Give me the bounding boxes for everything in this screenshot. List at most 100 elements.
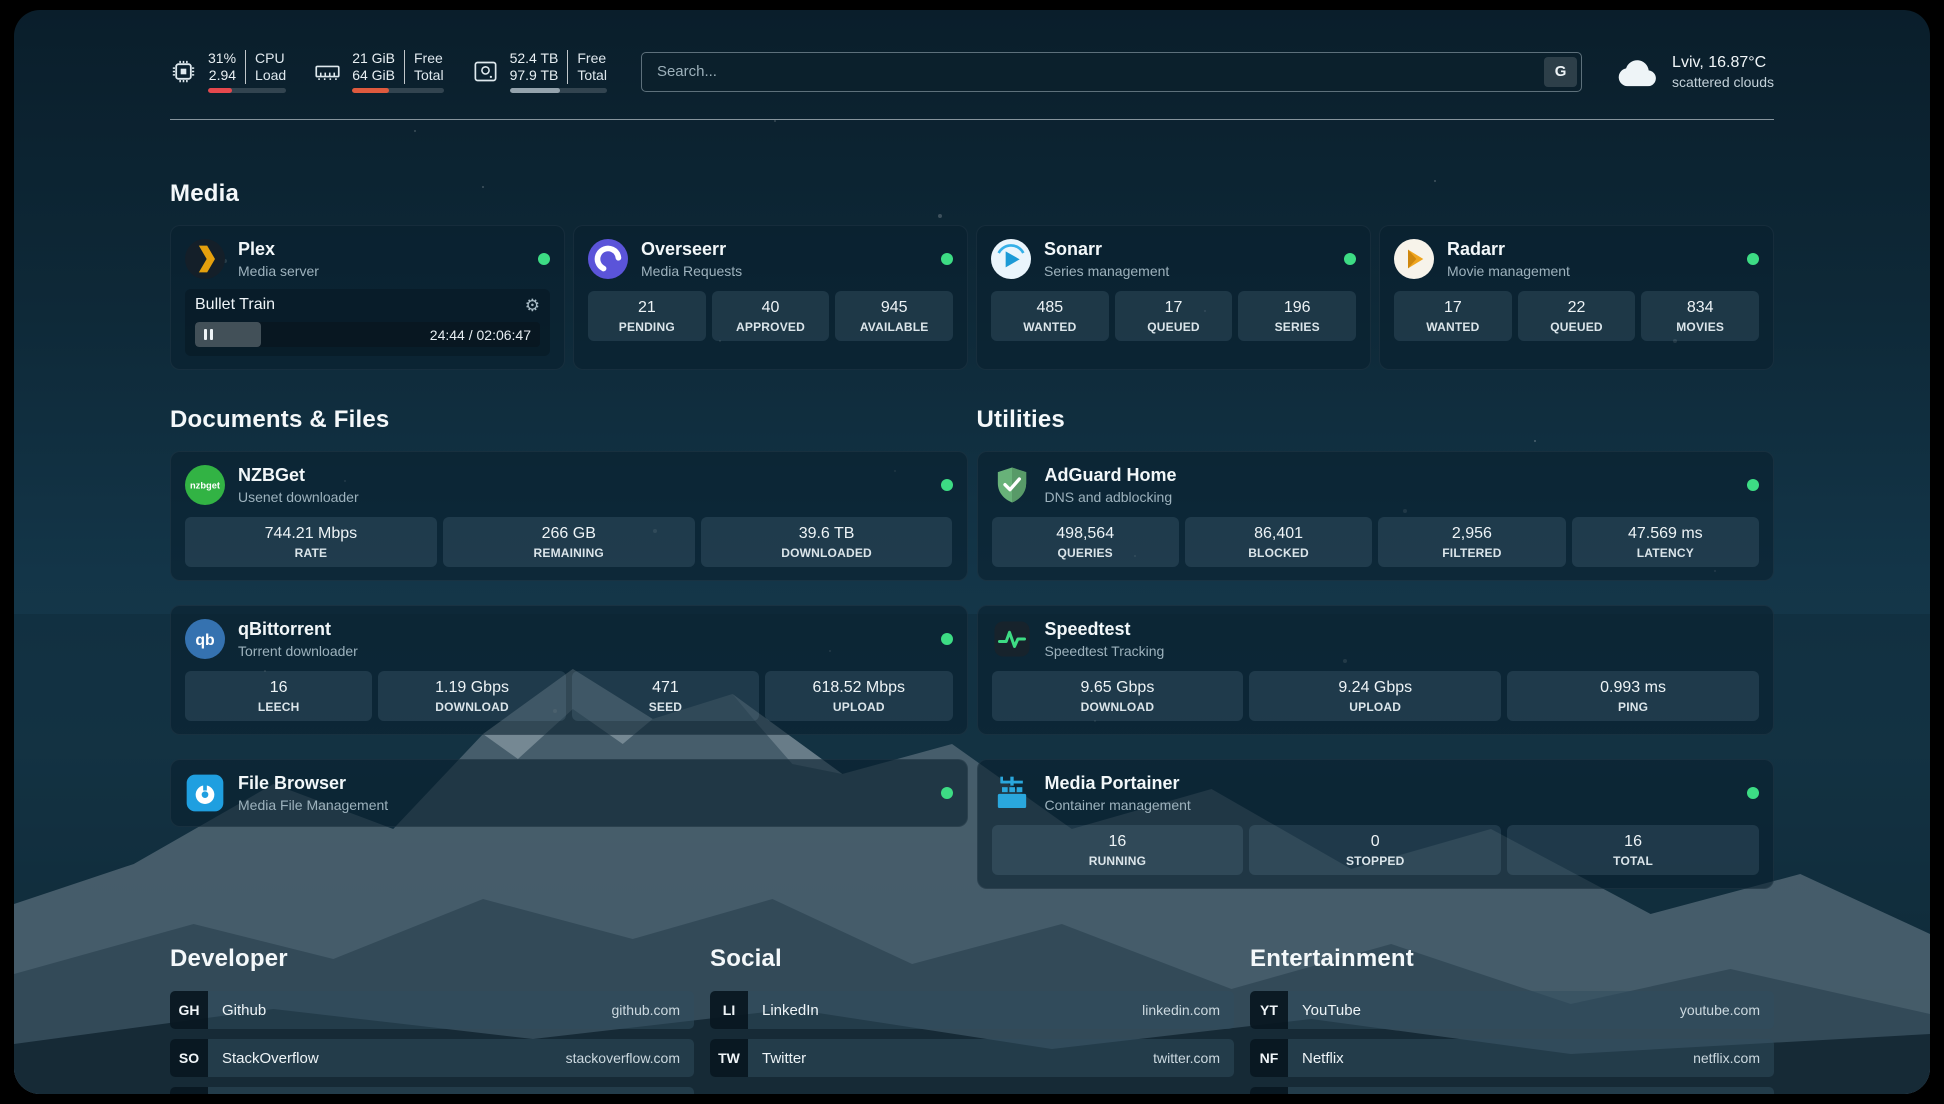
sonarr-icon	[991, 239, 1031, 279]
app-subtitle: Media Requests	[641, 263, 742, 279]
stat-value: 2,956	[1382, 525, 1561, 543]
disk-widget: 52.4 TB 97.9 TB Free Total	[472, 50, 607, 93]
status-online-dot	[1344, 253, 1356, 265]
stat-value: 16	[189, 679, 368, 697]
system-metrics: 31% 2.94 CPU Load	[170, 50, 607, 93]
app-name: AdGuard Home	[1045, 465, 1177, 486]
cpu-icon	[170, 58, 197, 85]
speedtest-card[interactable]: Speedtest Speedtest Tracking 9.65 Gbps D…	[977, 605, 1775, 735]
overseerr-icon	[588, 239, 628, 279]
filebrowser-icon	[185, 773, 225, 813]
section-entertainment: Entertainment YT YouTube youtube.com NF …	[1250, 945, 1774, 1094]
stat-value: 47.569 ms	[1576, 525, 1755, 543]
portainer-card[interactable]: Media Portainer Container management 16 …	[977, 759, 1775, 889]
nzbget-card[interactable]: nzbget NZBGet Usenet downloader 744.21 M…	[170, 451, 968, 581]
device-frame: 31% 2.94 CPU Load	[0, 0, 1944, 1104]
bookmark-dev[interactable]: DT DEV dev.to	[170, 1087, 694, 1094]
media-section-title: Media	[170, 180, 1774, 208]
ram-widget: 21 GiB 64 GiB Free Total	[314, 50, 443, 93]
stat-box: 9.24 Gbps UPLOAD	[1249, 671, 1501, 721]
stat-label: REMAINING	[447, 546, 691, 560]
stat-box: 834 MOVIES	[1641, 291, 1759, 341]
stat-label: PING	[1511, 700, 1755, 714]
app-name: Media Portainer	[1045, 773, 1191, 794]
ram-labels: Free Total	[404, 50, 444, 84]
stat-label: SERIES	[1242, 320, 1352, 334]
stat-value: 266 GB	[447, 525, 691, 543]
bookmark-twitter[interactable]: TW Twitter twitter.com	[710, 1039, 1234, 1077]
disk-labels: Free Total	[567, 50, 607, 84]
app-name: Overseerr	[641, 239, 742, 260]
cpu-values: 31% 2.94	[208, 50, 245, 84]
qbittorrent-card[interactable]: qb qBittorrent Torrent downloader 16	[170, 605, 968, 735]
netflix-icon: NF	[1250, 1039, 1288, 1077]
app-name: Speedtest	[1045, 619, 1165, 640]
cpu-progress-fill	[208, 88, 232, 93]
pause-icon[interactable]	[204, 329, 213, 340]
app-subtitle: Movie management	[1447, 263, 1570, 279]
qbittorrent-icon: qb	[185, 619, 225, 659]
app-subtitle: Container management	[1045, 797, 1191, 813]
weather-condition: scattered clouds	[1672, 73, 1774, 91]
disk-progress-fill	[510, 88, 561, 93]
status-online-dot	[1747, 787, 1759, 799]
stat-value: 22	[1522, 299, 1632, 317]
stat-value: 485	[995, 299, 1105, 317]
stat-box: 47.569 ms LATENCY	[1572, 517, 1759, 567]
search-bar: G	[641, 52, 1582, 92]
radarr-card[interactable]: Radarr Movie management 17 WANTED 22 QUE…	[1379, 225, 1774, 370]
plex-card[interactable]: Plex Media server Bullet Train ⚙	[170, 225, 565, 370]
cpu-labels: CPU Load	[245, 50, 286, 84]
bookmark-netflix[interactable]: NF Netflix netflix.com	[1250, 1039, 1774, 1077]
status-online-dot	[941, 633, 953, 645]
stat-label: FILTERED	[1382, 546, 1561, 560]
playback-progress-bar[interactable]: 24:44 / 02:06:47	[195, 322, 540, 347]
overseerr-card[interactable]: Overseerr Media Requests 21 PENDING 40 A…	[573, 225, 968, 370]
stat-box: 266 GB REMAINING	[443, 517, 695, 567]
sonarr-card[interactable]: Sonarr Series management 485 WANTED 17 Q…	[976, 225, 1371, 370]
stat-box: 17 WANTED	[1394, 291, 1512, 341]
disk-values: 52.4 TB 97.9 TB	[510, 50, 568, 84]
stat-label: LATENCY	[1576, 546, 1755, 560]
stat-value: 16	[996, 833, 1240, 851]
stat-box: 471 SEED	[572, 671, 759, 721]
linkedin-icon: LI	[710, 991, 748, 1029]
svg-text:nzbget: nzbget	[190, 480, 220, 490]
cpu-percent: 31%	[208, 50, 236, 67]
now-playing-panel: Bullet Train ⚙ 24:44 / 02:06:47	[185, 289, 550, 356]
stat-label: UPLOAD	[769, 700, 948, 714]
gear-icon[interactable]: ⚙	[525, 297, 540, 314]
adguard-icon	[992, 465, 1032, 505]
social-section-title: Social	[710, 945, 1234, 973]
adguard-card[interactable]: AdGuard Home DNS and adblocking 498,564 …	[977, 451, 1775, 581]
cpu-load-value: 2.94	[208, 67, 236, 84]
search-engine-button[interactable]: G	[1544, 57, 1577, 87]
snow-specks	[14, 10, 16, 12]
stat-value: 618.52 Mbps	[769, 679, 948, 697]
filebrowser-card[interactable]: File Browser Media File Management	[170, 759, 968, 827]
portainer-icon	[992, 773, 1032, 813]
stat-box: 196 SERIES	[1238, 291, 1356, 341]
ram-total: 64 GiB	[352, 67, 395, 84]
bookmark-stackoverflow[interactable]: SO StackOverflow stackoverflow.com	[170, 1039, 694, 1077]
bookmark-url: linkedin.com	[1142, 1002, 1220, 1018]
stat-label: WANTED	[995, 320, 1105, 334]
stat-value: 17	[1398, 299, 1508, 317]
app-name: Radarr	[1447, 239, 1570, 260]
ram-values: 21 GiB 64 GiB	[352, 50, 404, 84]
cloud-icon	[1616, 55, 1660, 89]
search-input[interactable]	[641, 52, 1582, 92]
bookmark-linkedin[interactable]: LI LinkedIn linkedin.com	[710, 991, 1234, 1029]
stat-label: APPROVED	[716, 320, 826, 334]
stat-label: LEECH	[189, 700, 368, 714]
stat-label: AVAILABLE	[839, 320, 949, 334]
app-subtitle: Speedtest Tracking	[1045, 643, 1165, 659]
bookmark-youtube[interactable]: YT YouTube youtube.com	[1250, 991, 1774, 1029]
stat-value: 16	[1511, 833, 1755, 851]
bookmark-github[interactable]: GH Github github.com	[170, 991, 694, 1029]
bookmark-reddit[interactable]: RE Reddit reddit.com	[1250, 1087, 1774, 1094]
stat-value: 86,401	[1189, 525, 1368, 543]
stat-label: QUERIES	[996, 546, 1175, 560]
playback-time: 24:44 / 02:06:47	[430, 327, 531, 343]
header-divider	[170, 119, 1774, 120]
